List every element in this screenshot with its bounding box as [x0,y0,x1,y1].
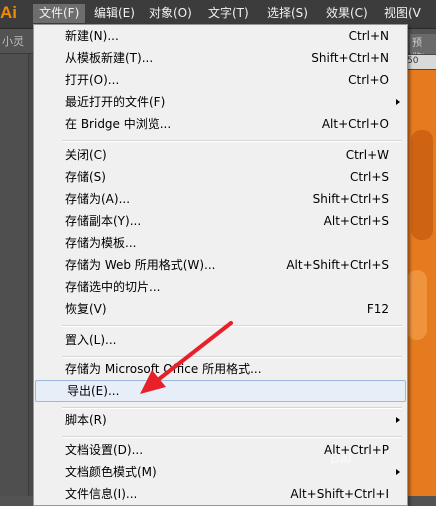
watermark-logo: Bai [330,450,352,466]
annotation-arrow-icon [140,321,233,394]
